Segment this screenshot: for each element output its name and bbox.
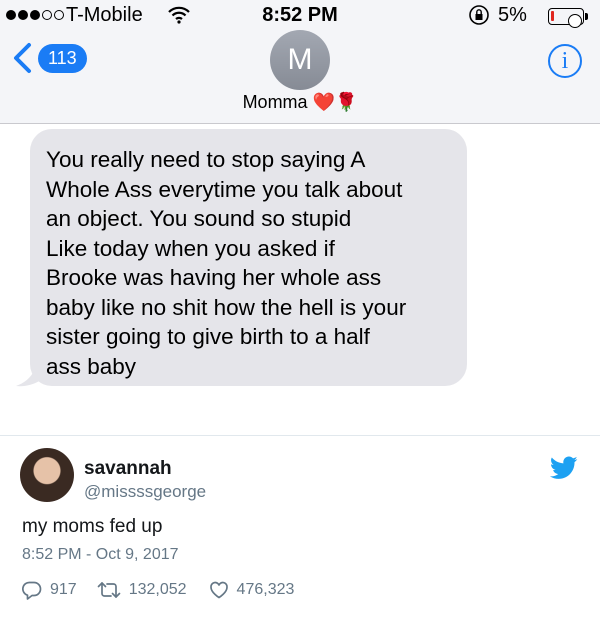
message-line: ass baby [46, 353, 137, 379]
chevron-left-icon [14, 43, 31, 73]
conversation-view[interactable]: You really need to stop saying A Whole A… [0, 125, 600, 435]
back-button[interactable]: 113 [10, 42, 87, 74]
contact-name-text: Momma [242, 92, 308, 112]
message-line: You really need to stop saying A [46, 147, 366, 172]
retweet-icon [97, 582, 121, 598]
unread-count-badge: 113 [38, 43, 87, 73]
message-line: Like today when you asked if [46, 235, 335, 261]
heart-icon [209, 581, 228, 599]
tweet-card[interactable]: savannah @missssgeorge my moms fed up 8:… [0, 436, 600, 618]
messages-header: T-Mobile 8:52 PM 5% 113 M Momma ❤️🌹 i [0, 0, 600, 124]
retweet-button[interactable]: 132,052 [97, 580, 187, 600]
battery-percent: 5% [498, 4, 527, 26]
message-line: Brooke was having her whole ass [46, 265, 382, 290]
info-icon: i [561, 47, 569, 74]
message-line: Whole Ass everytime you talk about [46, 176, 403, 202]
tweet-timestamp[interactable]: 8:52 PM - Oct 9, 2017 [22, 546, 179, 564]
retweet-count: 132,052 [128, 581, 187, 598]
tweet-handle[interactable]: @missssgeorge [84, 482, 206, 502]
reply-icon [22, 581, 42, 600]
like-count: 476,323 [236, 581, 295, 598]
message-line: sister going to give birth to a half [46, 324, 370, 349]
tweet-actions: 917 132,052 476,323 [22, 580, 294, 600]
contact-emoji: ❤️🌹 [312, 92, 358, 113]
received-message-bubble[interactable]: You really need to stop saying A Whole A… [30, 129, 467, 386]
status-bar: T-Mobile 8:52 PM 5% [0, 0, 600, 34]
charging-icon [568, 14, 582, 28]
reply-button[interactable]: 917 [22, 580, 77, 600]
tweet-display-name[interactable]: savannah [84, 458, 172, 480]
twitter-bird-icon[interactable] [550, 456, 578, 480]
like-button[interactable]: 476,323 [209, 580, 295, 600]
orientation-lock-icon [468, 4, 490, 32]
avatar[interactable] [20, 448, 74, 502]
message-line: an object. You sound so stupid [46, 206, 352, 231]
message-line: baby like no shit how the hell is your [46, 294, 407, 320]
contact-name[interactable]: Momma ❤️🌹 [0, 92, 600, 113]
reply-count: 917 [50, 581, 77, 598]
contact-avatar[interactable]: M [270, 30, 330, 90]
battery-tip [585, 13, 588, 20]
tweet-text: my moms fed up [22, 516, 163, 537]
info-button[interactable]: i [548, 44, 582, 78]
